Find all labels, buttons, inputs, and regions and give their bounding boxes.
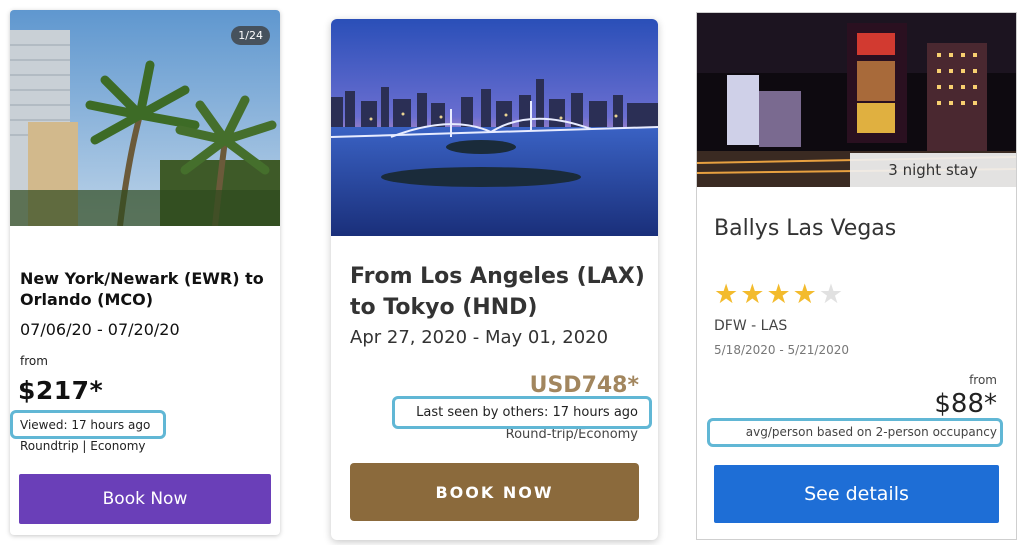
price: $217* <box>18 376 104 405</box>
travel-dates: 07/06/20 - 07/20/20 <box>20 320 180 339</box>
trip-type: Round-trip/Economy <box>505 427 638 442</box>
flight-card-tokyo[interactable]: From Los Angeles (LAX) to Tokyo (HND) Ap… <box>331 19 658 540</box>
from-label: from <box>20 354 48 368</box>
price: $88* <box>934 389 997 419</box>
highlight-box-viewed <box>10 410 166 439</box>
star-rating: ★★★★★ <box>714 279 845 310</box>
star-icon: ★ <box>714 279 741 310</box>
travel-dates: 5/18/2020 - 5/21/2020 <box>714 343 850 357</box>
see-details-button[interactable]: See details <box>714 465 999 523</box>
travel-dates: Apr 27, 2020 - May 01, 2020 <box>350 327 609 348</box>
hotel-card-ballys[interactable]: 3 night stay Ballys Las Vegas ★★★★★ DFW … <box>696 12 1017 540</box>
hotel-name[interactable]: Ballys Las Vegas <box>714 216 896 241</box>
star-icon: ★ <box>766 279 793 310</box>
star-icon: ★ <box>740 279 767 310</box>
flight-card-orlando[interactable]: 1/24 New York/Newark (EWR) to Orlando (M… <box>10 10 280 535</box>
price: USD748* <box>529 373 639 398</box>
book-now-button[interactable]: Book Now <box>19 474 271 524</box>
stay-length-badge: 3 night stay <box>850 153 1016 187</box>
star-icon: ★ <box>792 279 819 310</box>
trip-type: Roundtrip | Economy <box>20 439 146 453</box>
flight-route-title[interactable]: From Los Angeles (LAX) to Tokyo (HND) <box>350 261 650 323</box>
star-empty-icon: ★ <box>818 279 846 310</box>
tokyo-bay-photo[interactable] <box>331 19 658 236</box>
airport-route: DFW - LAS <box>714 318 788 334</box>
flight-route-title[interactable]: New York/Newark (EWR) to Orlando (MCO) <box>20 268 270 310</box>
from-label: from <box>969 373 997 387</box>
highlight-box-occupancy <box>707 418 1003 447</box>
photo-counter: 1/24 <box>231 26 270 45</box>
book-now-button[interactable]: BOOK NOW <box>350 463 639 521</box>
highlight-box-last-seen <box>392 396 652 429</box>
